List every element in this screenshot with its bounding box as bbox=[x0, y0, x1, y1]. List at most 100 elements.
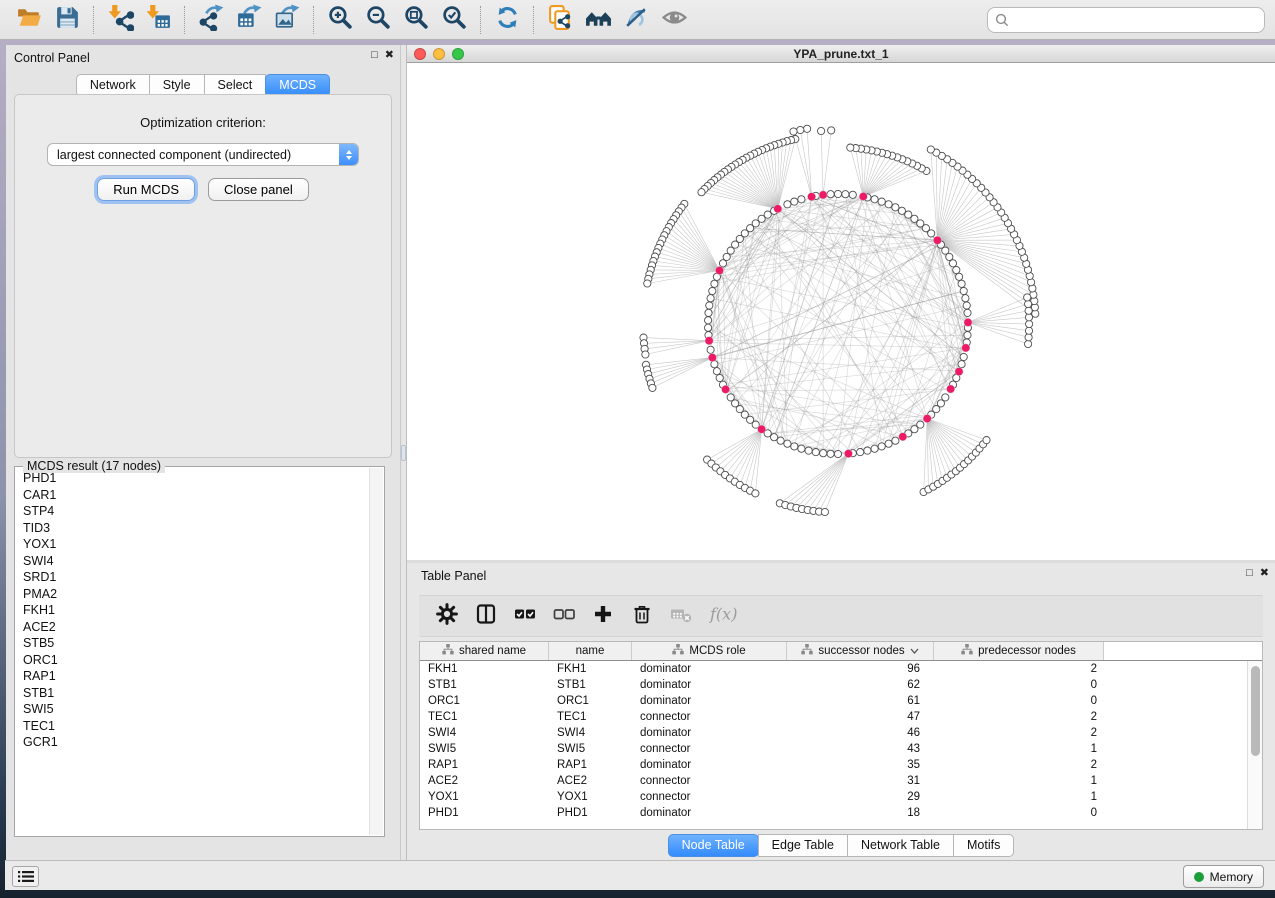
import-table-button[interactable] bbox=[139, 3, 177, 37]
cell-predecessor-nodes: 2 bbox=[934, 727, 1104, 739]
add-button[interactable] bbox=[592, 601, 614, 631]
toolbar-separator bbox=[93, 6, 94, 34]
cell-successor-nodes: 31 bbox=[787, 775, 934, 787]
cell-predecessor-nodes: 2 bbox=[934, 759, 1104, 771]
network-view-window: YPA_prune.txt_1 bbox=[407, 45, 1275, 560]
columns-button[interactable] bbox=[475, 601, 497, 631]
tab-network-table[interactable]: Network Table bbox=[847, 834, 954, 857]
optimization-criterion-select[interactable]: largest connected component (undirected) bbox=[47, 143, 359, 166]
show-graphics-details-button[interactable] bbox=[655, 3, 693, 37]
cell-MCDS-role: dominator bbox=[632, 679, 787, 691]
export-network-button[interactable] bbox=[192, 3, 230, 37]
memory-status-dot bbox=[1194, 872, 1204, 882]
table-row[interactable]: SWI5SWI5connector431 bbox=[420, 741, 1247, 757]
table-row[interactable]: FKH1FKH1dominator962 bbox=[420, 661, 1247, 677]
column-header-predecessor-nodes[interactable]: predecessor nodes bbox=[934, 642, 1104, 660]
close-table-panel-icon[interactable]: ✖ bbox=[1260, 568, 1269, 579]
network-canvas[interactable] bbox=[407, 63, 1275, 560]
table-row[interactable]: PHD1PHD1dominator180 bbox=[420, 805, 1247, 821]
table-scrollbar[interactable] bbox=[1247, 661, 1262, 829]
cell-shared-name: YOX1 bbox=[420, 791, 549, 803]
mcds-result-item[interactable]: STB5 bbox=[16, 635, 368, 652]
gear-button[interactable] bbox=[436, 601, 458, 631]
table-scrollbar-thumb[interactable] bbox=[1251, 666, 1260, 756]
mcds-result-item[interactable]: ACE2 bbox=[16, 619, 368, 636]
minimize-window-icon[interactable] bbox=[433, 48, 445, 60]
refresh-button[interactable] bbox=[488, 3, 526, 37]
table-row[interactable]: STB1STB1dominator620 bbox=[420, 677, 1247, 693]
zoom-out-button[interactable] bbox=[359, 3, 397, 37]
function-button: f(x) bbox=[709, 601, 743, 631]
hide-graphics-details-button[interactable] bbox=[617, 3, 655, 37]
binoculars-search-button[interactable] bbox=[579, 3, 617, 37]
table-row[interactable]: ACE2ACE2connector311 bbox=[420, 773, 1247, 789]
column-header-shared-name[interactable]: shared name bbox=[420, 642, 549, 660]
mcds-result-item[interactable]: GCR1 bbox=[16, 734, 368, 751]
open-button[interactable] bbox=[10, 3, 48, 37]
network-titlebar[interactable]: YPA_prune.txt_1 bbox=[407, 45, 1275, 63]
column-header-successor-nodes[interactable]: successor nodes bbox=[787, 642, 934, 660]
close-panel-button[interactable]: Close panel bbox=[208, 178, 309, 201]
mcds-result-list[interactable]: PHD1CAR1STP4TID3YOX1SWI4SRD1PMA2FKH1ACE2… bbox=[16, 470, 368, 835]
select-all-button[interactable] bbox=[514, 601, 536, 631]
close-panel-icon[interactable]: ✖ bbox=[385, 50, 394, 61]
cell-shared-name: STB1 bbox=[420, 679, 549, 691]
mcds-result-item[interactable]: STB1 bbox=[16, 685, 368, 702]
table-row[interactable]: TEC1TEC1connector472 bbox=[420, 709, 1247, 725]
run-mcds-button[interactable]: Run MCDS bbox=[97, 178, 195, 201]
task-history-button[interactable] bbox=[12, 866, 39, 887]
cell-MCDS-role: connector bbox=[632, 775, 787, 787]
maximize-window-icon[interactable] bbox=[452, 48, 464, 60]
mcds-result-item[interactable]: ORC1 bbox=[16, 652, 368, 669]
toolbar-separator bbox=[480, 6, 481, 34]
float-panel-icon[interactable]: □ bbox=[371, 50, 378, 61]
export-table-button[interactable] bbox=[230, 3, 268, 37]
mcds-result-item[interactable]: STP4 bbox=[16, 503, 368, 520]
result-list-scrollbar[interactable] bbox=[369, 468, 383, 835]
column-header-MCDS-role[interactable]: MCDS role bbox=[632, 642, 787, 660]
mcds-result-item[interactable]: SWI5 bbox=[16, 701, 368, 718]
tab-edge-table[interactable]: Edge Table bbox=[758, 834, 848, 857]
mcds-result-item[interactable]: FKH1 bbox=[16, 602, 368, 619]
column-header-name[interactable]: name bbox=[549, 642, 632, 660]
mcds-result-item[interactable]: SRD1 bbox=[16, 569, 368, 586]
shared-column-icon bbox=[961, 644, 973, 658]
delete-button[interactable] bbox=[631, 601, 653, 631]
table-row[interactable]: RAP1RAP1dominator352 bbox=[420, 757, 1247, 773]
zoom-fit-button[interactable] bbox=[397, 3, 435, 37]
mcds-result-item[interactable]: PHD1 bbox=[16, 470, 368, 487]
cell-successor-nodes: 62 bbox=[787, 679, 934, 691]
zoom-in-button[interactable] bbox=[321, 3, 359, 37]
delete-table-icon bbox=[670, 603, 692, 630]
cell-shared-name: FKH1 bbox=[420, 663, 549, 675]
vertical-splitter[interactable] bbox=[400, 45, 407, 860]
global-search-box[interactable] bbox=[987, 7, 1265, 33]
tab-motifs[interactable]: Motifs bbox=[953, 834, 1014, 857]
deselect-all-button[interactable] bbox=[553, 601, 575, 631]
zoom-selected-button[interactable] bbox=[435, 3, 473, 37]
import-table-icon bbox=[145, 4, 172, 36]
mcds-result-item[interactable]: TEC1 bbox=[16, 718, 368, 735]
tab-node-table[interactable]: Node Table bbox=[668, 834, 759, 857]
memory-button[interactable]: Memory bbox=[1183, 865, 1264, 888]
mcds-result-item[interactable]: TID3 bbox=[16, 520, 368, 537]
table-row[interactable]: ORC1ORC1dominator610 bbox=[420, 693, 1247, 709]
table-row[interactable]: SWI4SWI4dominator462 bbox=[420, 725, 1247, 741]
mcds-result-item[interactable]: CAR1 bbox=[16, 487, 368, 504]
cell-predecessor-nodes: 0 bbox=[934, 807, 1104, 819]
optimization-criterion-label: Optimization criterion: bbox=[15, 115, 391, 130]
save-button[interactable] bbox=[48, 3, 86, 37]
splitter-handle[interactable] bbox=[401, 445, 406, 461]
mcds-result-item[interactable]: YOX1 bbox=[16, 536, 368, 553]
mcds-result-item[interactable]: RAP1 bbox=[16, 668, 368, 685]
float-table-panel-icon[interactable]: □ bbox=[1246, 568, 1253, 579]
import-network-button[interactable] bbox=[101, 3, 139, 37]
mcds-result-item[interactable]: SWI4 bbox=[16, 553, 368, 570]
mcds-result-item[interactable]: PMA2 bbox=[16, 586, 368, 603]
search-input[interactable] bbox=[1014, 12, 1257, 28]
table-row[interactable]: YOX1YOX1connector291 bbox=[420, 789, 1247, 805]
new-network-from-selection-button[interactable] bbox=[541, 3, 579, 37]
cell-shared-name: SWI5 bbox=[420, 743, 549, 755]
close-window-icon[interactable] bbox=[414, 48, 426, 60]
export-image-button[interactable] bbox=[268, 3, 306, 37]
